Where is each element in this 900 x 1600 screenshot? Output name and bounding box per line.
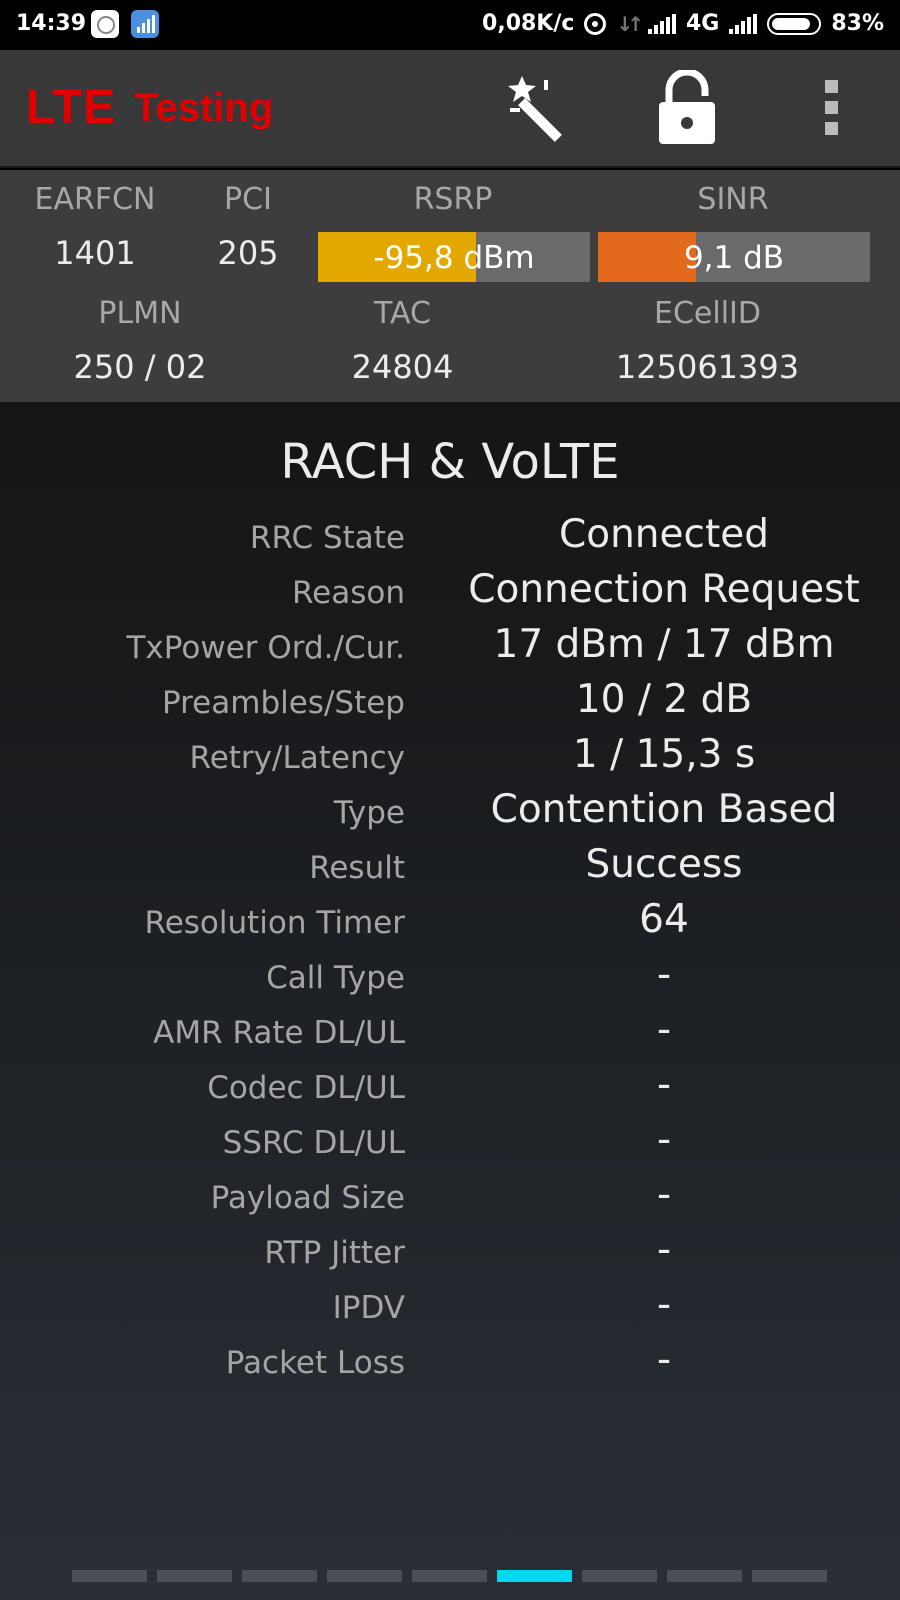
- parameter-label: SSRC DL/UL: [222, 1125, 405, 1161]
- parameter-row: AMR Rate DL/UL -: [0, 1007, 900, 1061]
- app-title-testing: Testing: [134, 86, 274, 130]
- page-dot[interactable]: [667, 1570, 742, 1582]
- parameter-value: Success: [585, 842, 743, 887]
- parameter-label: RTP Jitter: [264, 1235, 405, 1271]
- parameter-row: Call Type -: [0, 952, 900, 1006]
- parameter-row: Packet Loss -: [0, 1337, 900, 1391]
- rsrp-value: -95,8 dBm: [373, 240, 535, 276]
- parameter-row: Result Success: [0, 842, 900, 896]
- page-dot[interactable]: [72, 1570, 147, 1582]
- sinr-meter: 9,1 dB: [598, 232, 870, 282]
- parameter-label: Packet Loss: [225, 1345, 405, 1381]
- parameter-label: Codec DL/UL: [207, 1070, 405, 1106]
- more-vert-icon: [824, 80, 838, 93]
- parameter-row: RRC State Connected: [0, 512, 900, 566]
- parameter-label: Preambles/Step: [161, 685, 405, 721]
- status-right: 0,08K/c ↓↑ 4G 83%: [482, 11, 884, 36]
- parameter-value: -: [656, 1172, 672, 1217]
- parameter-label: Retry/Latency: [189, 740, 405, 776]
- cell-info-panel: EARFCN PCI RSRP SINR 1401 205 -95,8 dBm …: [0, 170, 900, 402]
- parameter-row: Preambles/Step 10 / 2 dB: [0, 677, 900, 731]
- parameter-label: IPDV: [332, 1290, 405, 1326]
- parameter-value: Connected: [558, 512, 769, 557]
- plmn-value: 250 / 02: [73, 348, 207, 386]
- tac-value: 24804: [351, 348, 454, 386]
- sync-icon: [584, 12, 607, 35]
- parameter-label: Resolution Timer: [144, 905, 405, 941]
- plmn-label: PLMN: [98, 296, 182, 331]
- parameter-value: 1 / 15,3 s: [572, 732, 756, 777]
- network-type: 4G: [685, 11, 720, 36]
- earfcn-value: 1401: [54, 234, 136, 272]
- network-speed: 0,08K/c: [482, 11, 575, 36]
- parameter-label: Reason: [292, 575, 405, 611]
- status-time: 14:39: [16, 11, 87, 36]
- battery-level: 83%: [831, 11, 884, 36]
- parameter-value: -: [656, 952, 672, 997]
- page-indicator: [72, 1570, 827, 1582]
- unlock-button[interactable]: [655, 68, 719, 146]
- sinr-label: SINR: [697, 182, 769, 217]
- signal-bars-icon-2: [729, 13, 758, 34]
- signal-app-icon: [131, 10, 159, 38]
- parameter-value: -: [656, 1117, 672, 1162]
- parameter-label: Call Type: [266, 960, 405, 996]
- parameter-value: -: [656, 1282, 672, 1327]
- parameter-row: Resolution Timer 64: [0, 897, 900, 951]
- parameter-value: 64: [639, 897, 689, 942]
- rsrp-meter: -95,8 dBm: [318, 232, 590, 282]
- app-bar: LTE Testing: [0, 50, 900, 168]
- parameter-label: Type: [333, 795, 405, 831]
- page-dot[interactable]: [582, 1570, 657, 1582]
- page-dot[interactable]: [752, 1570, 827, 1582]
- earfcn-label: EARFCN: [34, 182, 156, 217]
- rsrp-label: RSRP: [413, 182, 493, 217]
- parameter-row: Codec DL/UL -: [0, 1062, 900, 1116]
- parameter-value: 17 dBm / 17 dBm: [493, 622, 835, 667]
- parameter-value: -: [656, 1337, 672, 1382]
- page-dot[interactable]: [242, 1570, 317, 1582]
- page-dot[interactable]: [412, 1570, 487, 1582]
- page-dot[interactable]: [497, 1570, 572, 1582]
- parameter-value: -: [656, 1007, 672, 1052]
- tac-label: TAC: [374, 296, 431, 331]
- app-title-lte: LTE: [26, 81, 117, 134]
- unlock-icon: [659, 68, 715, 144]
- parameter-label: Result: [309, 850, 405, 886]
- parameter-row: Reason Connection Request: [0, 567, 900, 621]
- pci-label: PCI: [224, 182, 272, 217]
- page-dot[interactable]: [327, 1570, 402, 1582]
- sinr-value: 9,1 dB: [683, 240, 785, 276]
- data-transfer-icon: ↓↑: [616, 11, 643, 36]
- parameter-value: -: [656, 1062, 672, 1107]
- parameter-label: RRC State: [249, 520, 405, 556]
- parameter-row: IPDV -: [0, 1282, 900, 1336]
- parameter-row: Payload Size -: [0, 1172, 900, 1226]
- section-title: RACH & VoLTE: [280, 434, 620, 490]
- parameter-row: RTP Jitter -: [0, 1227, 900, 1281]
- magic-wand-button[interactable]: [508, 72, 580, 144]
- parameter-value: 10 / 2 dB: [575, 677, 753, 722]
- ecellid-label: ECellID: [654, 296, 761, 331]
- status-bar: 14:39 0,08K/c ↓↑ 4G 83%: [0, 0, 900, 50]
- parameter-row: TxPower Ord./Cur. 17 dBm / 17 dBm: [0, 622, 900, 676]
- more-options-button[interactable]: [818, 80, 844, 136]
- signal-bars-icon: [647, 13, 676, 34]
- battery-icon: [767, 12, 822, 35]
- parameter-value: -: [656, 1227, 672, 1272]
- pci-value: 205: [217, 234, 279, 272]
- parameter-row: Retry/Latency 1 / 15,3 s: [0, 732, 900, 786]
- ecellid-value: 125061393: [615, 348, 800, 386]
- parameter-row: Type Contention Based: [0, 787, 900, 841]
- rach-volte-panel: RACH & VoLTE RRC State Connected Reason Con…: [0, 402, 900, 1600]
- parameter-value: Connection Request: [468, 567, 860, 612]
- page-dot[interactable]: [157, 1570, 232, 1582]
- app-notification-icon: [91, 10, 119, 38]
- magic-wand-icon: [508, 76, 562, 142]
- parameter-label: TxPower Ord./Cur.: [126, 630, 406, 666]
- parameter-label: AMR Rate DL/UL: [153, 1015, 405, 1051]
- parameter-label: Payload Size: [210, 1180, 405, 1216]
- parameter-value: Contention Based: [490, 787, 838, 832]
- parameter-row: SSRC DL/UL -: [0, 1117, 900, 1171]
